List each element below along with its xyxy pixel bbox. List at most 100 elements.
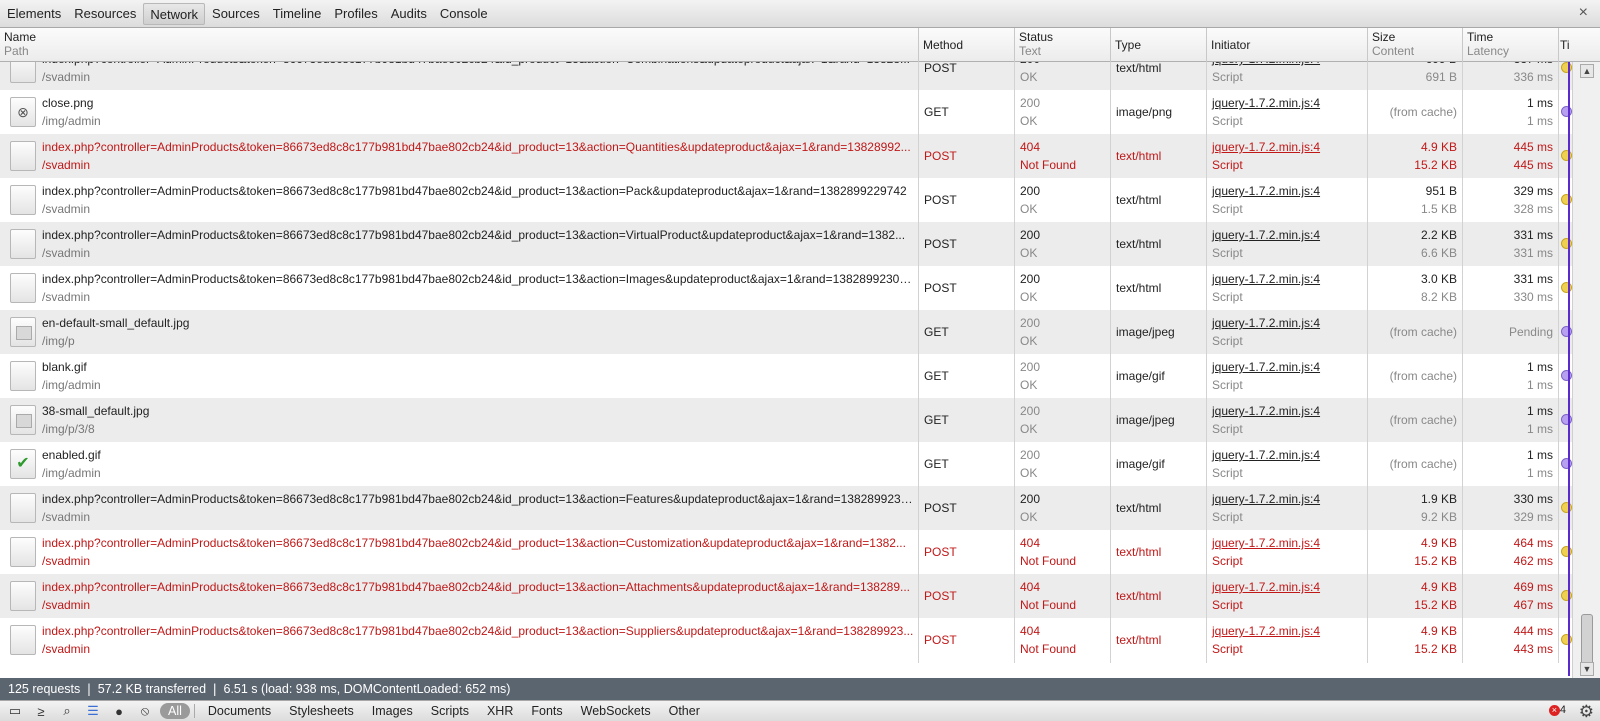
filter-documents[interactable]: Documents bbox=[199, 704, 280, 718]
status-text: OK bbox=[1020, 246, 1038, 260]
table-row[interactable]: index.php?controller=AdminProducts&token… bbox=[0, 574, 1572, 619]
filter-websockets[interactable]: WebSockets bbox=[572, 704, 660, 718]
latency-value: 443 ms bbox=[1513, 642, 1553, 656]
tab-sources[interactable]: Sources bbox=[206, 3, 266, 25]
close-icon[interactable]: × bbox=[1579, 4, 1588, 22]
initiator-link[interactable]: jquery-1.7.2.min.js:4 bbox=[1212, 578, 1362, 596]
gear-icon[interactable]: ⚙ bbox=[1579, 702, 1594, 721]
name-cell[interactable]: index.php?controller=AdminProducts&token… bbox=[0, 134, 919, 179]
dock-icon[interactable]: ▭ bbox=[4, 702, 26, 720]
status-cell: 200 OK bbox=[1015, 310, 1111, 355]
error-counter[interactable]: × 4 bbox=[1548, 704, 1566, 716]
header-method[interactable]: Method bbox=[919, 28, 1015, 62]
timeline-bar bbox=[1561, 238, 1572, 249]
request-path: /img/admin bbox=[42, 114, 101, 128]
initiator-link[interactable]: jquery-1.7.2.min.js:4 bbox=[1212, 138, 1362, 156]
separator bbox=[193, 704, 195, 718]
name-cell[interactable]: ⊗ close.png/img/admin bbox=[0, 90, 919, 135]
method-cell: GET bbox=[919, 442, 1015, 487]
name-cell[interactable]: index.php?controller=AdminProducts&token… bbox=[0, 618, 919, 663]
initiator-link[interactable]: jquery-1.7.2.min.js:4 bbox=[1212, 94, 1362, 112]
initiator-link[interactable]: jquery-1.7.2.min.js:4 bbox=[1212, 270, 1362, 288]
table-row[interactable]: index.php?controller=AdminProducts&token… bbox=[0, 178, 1572, 223]
initiator-link[interactable]: jquery-1.7.2.min.js:4 bbox=[1212, 314, 1362, 332]
console-drawer-icon[interactable]: ≥ bbox=[30, 702, 52, 720]
name-cell[interactable]: index.php?controller=AdminProducts&token… bbox=[0, 530, 919, 575]
status-text: Not Found bbox=[1020, 642, 1077, 656]
header-initiator[interactable]: Initiator bbox=[1207, 28, 1368, 62]
name-cell[interactable]: index.php?controller=AdminProducts&token… bbox=[0, 574, 919, 619]
table-row[interactable]: index.php?controller=AdminProducts&token… bbox=[0, 618, 1572, 663]
table-row[interactable]: index.php?controller=AdminProducts&token… bbox=[0, 62, 1572, 91]
table-row[interactable]: 38-small_default.jpg/img/p/3/8 GET 200 OK im… bbox=[0, 398, 1572, 443]
tab-timeline[interactable]: Timeline bbox=[267, 3, 328, 25]
clear-icon[interactable]: ⦸ bbox=[134, 702, 156, 720]
filter-all[interactable]: All bbox=[160, 703, 190, 719]
header-name[interactable]: Name Path bbox=[0, 28, 919, 62]
header-timeline[interactable]: Ti bbox=[1559, 28, 1572, 62]
header-type[interactable]: Type bbox=[1111, 28, 1207, 62]
header-time[interactable]: Time Latency bbox=[1463, 28, 1559, 62]
tab-network[interactable]: Network bbox=[143, 2, 206, 25]
name-cell[interactable]: index.php?controller=AdminProducts&token… bbox=[0, 486, 919, 531]
scroll-down-icon[interactable]: ▼ bbox=[1580, 662, 1594, 676]
initiator-link[interactable]: jquery-1.7.2.min.js:4 bbox=[1212, 490, 1362, 508]
filter-other[interactable]: Other bbox=[660, 704, 709, 718]
close-icon: ⊗ bbox=[17, 104, 29, 120]
latency-value: 328 ms bbox=[1513, 202, 1553, 216]
tab-profiles[interactable]: Profiles bbox=[328, 3, 383, 25]
initiator-link[interactable]: jquery-1.7.2.min.js:4 bbox=[1212, 534, 1362, 552]
error-icon: × bbox=[1548, 705, 1560, 716]
name-cell[interactable]: index.php?controller=AdminProducts&token… bbox=[0, 222, 919, 267]
tab-audits[interactable]: Audits bbox=[385, 3, 433, 25]
table-row[interactable]: en-default-small_default.jpg/img/p GET 200… bbox=[0, 310, 1572, 355]
initiator-link[interactable]: jquery-1.7.2.min.js:4 bbox=[1212, 182, 1362, 200]
name-cell[interactable]: index.php?controller=AdminProducts&token… bbox=[0, 62, 919, 91]
name-cell[interactable]: en-default-small_default.jpg/img/p bbox=[0, 310, 919, 355]
size-value: (from cache) bbox=[1389, 413, 1457, 427]
status-summary: 125 requests ❘ 57.2 KB transferred ❘ 6.5… bbox=[0, 678, 1600, 700]
initiator-link[interactable]: jquery-1.7.2.min.js:4 bbox=[1212, 358, 1362, 376]
tab-console[interactable]: Console bbox=[434, 3, 494, 25]
name-cell[interactable]: 38-small_default.jpg/img/p/3/8 bbox=[0, 398, 919, 443]
filter-stylesheets[interactable]: Stylesheets bbox=[280, 704, 363, 718]
table-row[interactable]: index.php?controller=AdminProducts&token… bbox=[0, 486, 1572, 531]
table-row[interactable]: ✔ enabled.gif/img/admin GET 200 OK image/gif j… bbox=[0, 442, 1572, 487]
header-size[interactable]: Size Content bbox=[1368, 28, 1463, 62]
initiator-link[interactable]: jquery-1.7.2.min.js:4 bbox=[1212, 226, 1362, 244]
status-text: Not Found bbox=[1020, 598, 1077, 612]
table-row[interactable]: ⊗ close.png/img/admin GET 200 OK image/png jqu… bbox=[0, 90, 1572, 135]
request-name: index.php?controller=AdminProducts&token… bbox=[42, 62, 914, 68]
name-cell[interactable]: index.php?controller=AdminProducts&token… bbox=[0, 266, 919, 311]
initiator-cell: jquery-1.7.2.min.js:4 Script bbox=[1207, 222, 1368, 267]
table-row[interactable]: index.php?controller=AdminProducts&token… bbox=[0, 266, 1572, 311]
table-row[interactable]: index.php?controller=AdminProducts&token… bbox=[0, 134, 1572, 179]
header-status[interactable]: Status Text bbox=[1015, 28, 1111, 62]
file-icon bbox=[10, 317, 36, 347]
initiator-link[interactable]: jquery-1.7.2.min.js:4 bbox=[1212, 622, 1362, 640]
initiator-link[interactable]: jquery-1.7.2.min.js:4 bbox=[1212, 402, 1362, 420]
status-cell: 404 Not Found bbox=[1015, 618, 1111, 663]
filter-scripts[interactable]: Scripts bbox=[422, 704, 478, 718]
status-code: 200 bbox=[1020, 316, 1041, 330]
list-view-icon[interactable]: ☰ bbox=[82, 702, 104, 720]
table-row[interactable]: index.php?controller=AdminProducts&token… bbox=[0, 222, 1572, 267]
name-cell[interactable]: ✔ enabled.gif/img/admin bbox=[0, 442, 919, 487]
filter-fonts[interactable]: Fonts bbox=[522, 704, 571, 718]
table-row[interactable]: blank.gif/img/admin GET 200 OK image/gif jque… bbox=[0, 354, 1572, 399]
filter-xhr[interactable]: XHR bbox=[478, 704, 522, 718]
filter-images[interactable]: Images bbox=[363, 704, 422, 718]
tab-elements[interactable]: Elements bbox=[1, 3, 67, 25]
initiator-link[interactable]: jquery-1.7.2.min.js:4 bbox=[1212, 446, 1362, 464]
scroll-up-icon[interactable]: ▲ bbox=[1580, 64, 1594, 78]
table-row[interactable]: index.php?controller=AdminProducts&token… bbox=[0, 530, 1572, 575]
tab-resources[interactable]: Resources bbox=[68, 3, 142, 25]
name-cell[interactable]: blank.gif/img/admin bbox=[0, 354, 919, 399]
scrollbar[interactable]: ▲ ▼ bbox=[1572, 62, 1600, 678]
record-icon[interactable]: ● bbox=[108, 702, 130, 720]
request-name: close.png bbox=[42, 96, 94, 110]
timeline-bar bbox=[1561, 62, 1572, 73]
time-cell: 464 ms 462 ms bbox=[1463, 530, 1559, 575]
name-cell[interactable]: index.php?controller=AdminProducts&token… bbox=[0, 178, 919, 223]
search-icon[interactable]: ⌕ bbox=[56, 702, 78, 720]
